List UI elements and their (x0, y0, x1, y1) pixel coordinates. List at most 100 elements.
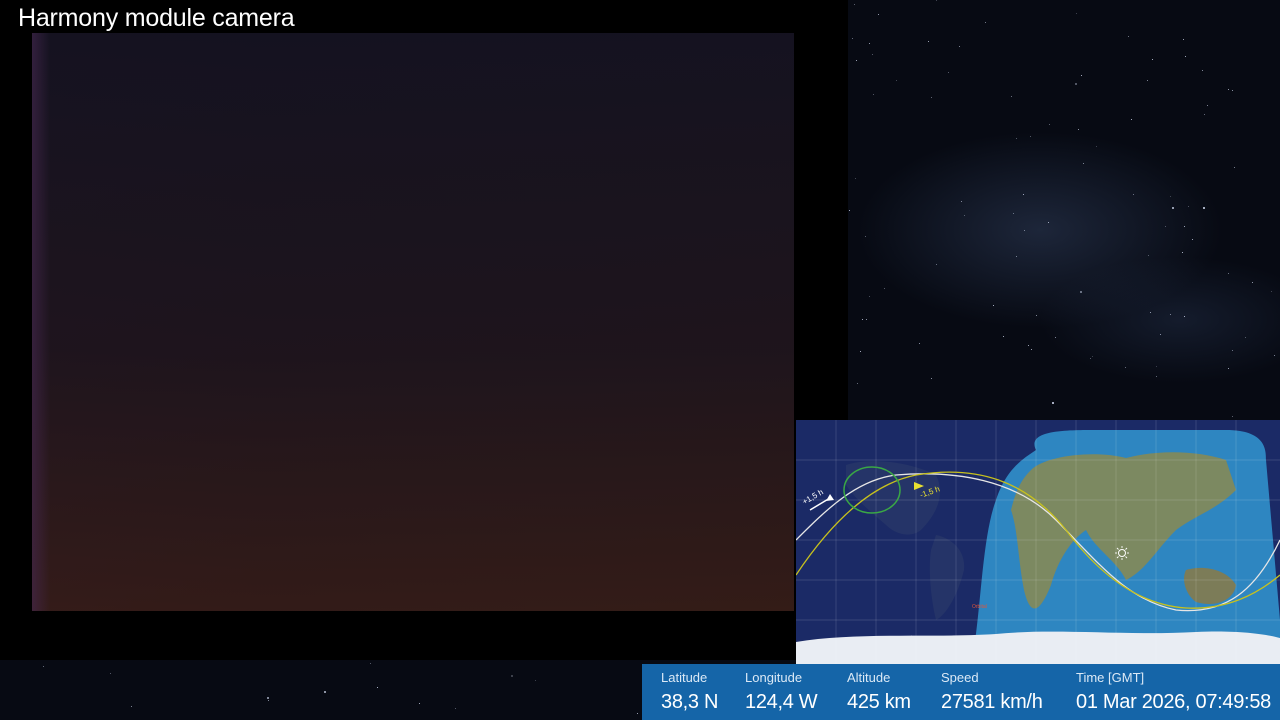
star (1232, 416, 1234, 418)
star (927, 41, 929, 43)
star (1125, 367, 1127, 369)
time-block: Time [GMT] 01 Mar 2026, 07:49:58 (1076, 670, 1271, 715)
star (1185, 56, 1187, 58)
star (130, 706, 132, 708)
latitude-value: 38,3 N (661, 691, 719, 713)
star (1051, 402, 1054, 405)
star (1149, 311, 1151, 313)
altitude-value: 425 km (847, 691, 911, 713)
star (852, 38, 854, 40)
star (1049, 124, 1051, 126)
latitude-label: Latitude (661, 670, 708, 685)
star (865, 318, 867, 320)
speed-label: Speed (941, 670, 979, 685)
star (1148, 254, 1150, 256)
speed-value: 27581 km/h (941, 691, 1043, 713)
star (869, 43, 871, 45)
star (857, 383, 859, 385)
star (1274, 354, 1276, 356)
star (1183, 225, 1185, 227)
star (1227, 272, 1229, 274)
star (1201, 70, 1203, 72)
antarctica-landmass (796, 631, 1280, 664)
star (860, 351, 862, 353)
star (637, 713, 639, 715)
star (1013, 212, 1015, 214)
ground-track-map: +1,5 h -1,5 h Orbital (796, 420, 1280, 664)
time-value: 01 Mar 2026, 07:49:58 (1076, 691, 1271, 713)
longitude-value: 124,4 W (745, 691, 818, 713)
star (1075, 82, 1078, 85)
star (960, 200, 962, 202)
star (1187, 205, 1189, 207)
star (1270, 290, 1272, 292)
star (1169, 314, 1171, 316)
time-label: Time [GMT] (1076, 670, 1145, 685)
star (1092, 356, 1094, 358)
camera-feed (32, 33, 794, 611)
orbital-info-label: Orbital (972, 604, 987, 610)
star (1170, 195, 1172, 197)
star (849, 210, 851, 212)
star (1089, 358, 1091, 360)
latitude-block: Latitude 38,3 N (661, 670, 718, 715)
star (1183, 39, 1185, 41)
star (1228, 88, 1230, 90)
star (1192, 239, 1194, 241)
star (884, 287, 886, 289)
star (896, 79, 898, 81)
star (963, 214, 965, 216)
camera-title: Harmony module camera (18, 4, 295, 32)
star (1183, 315, 1185, 317)
star (1096, 146, 1098, 147)
star (1055, 337, 1057, 339)
star (1131, 119, 1133, 121)
star (323, 690, 326, 693)
telemetry-bar: Latitude 38,3 N Longitude 124,4 W Altitu… (642, 664, 1280, 720)
star (1147, 79, 1149, 81)
star (1207, 105, 1209, 107)
star (42, 666, 44, 668)
star (1182, 252, 1184, 254)
star (1016, 138, 1018, 140)
altitude-block: Altitude 425 km (847, 670, 911, 715)
star (1164, 225, 1166, 227)
star (1251, 281, 1253, 283)
star (872, 53, 874, 55)
star (1022, 193, 1024, 195)
star (1003, 336, 1005, 338)
star (853, 3, 855, 5)
star (864, 235, 866, 237)
star (958, 45, 960, 47)
star (418, 703, 420, 705)
star (268, 700, 270, 702)
star (1234, 167, 1236, 169)
star (1075, 13, 1077, 15)
star (1156, 376, 1158, 378)
star (919, 342, 921, 344)
star (1156, 365, 1158, 367)
star (1160, 334, 1162, 336)
star (1080, 75, 1082, 77)
star (1151, 58, 1153, 60)
star (855, 59, 857, 61)
star (1231, 89, 1233, 91)
star (1204, 113, 1206, 115)
longitude-label: Longitude (745, 670, 803, 685)
star (1028, 345, 1030, 347)
star (947, 71, 949, 73)
star (1031, 348, 1033, 350)
star (510, 674, 513, 677)
star (930, 97, 932, 99)
star (377, 687, 379, 689)
star (267, 697, 270, 700)
star (1030, 136, 1032, 138)
star (1172, 206, 1175, 209)
star (1079, 290, 1082, 293)
star (854, 178, 856, 180)
star (1202, 206, 1205, 209)
star (992, 304, 994, 306)
longitude-block: Longitude 124,4 W (745, 670, 818, 715)
star (1048, 221, 1050, 223)
star (370, 662, 372, 664)
